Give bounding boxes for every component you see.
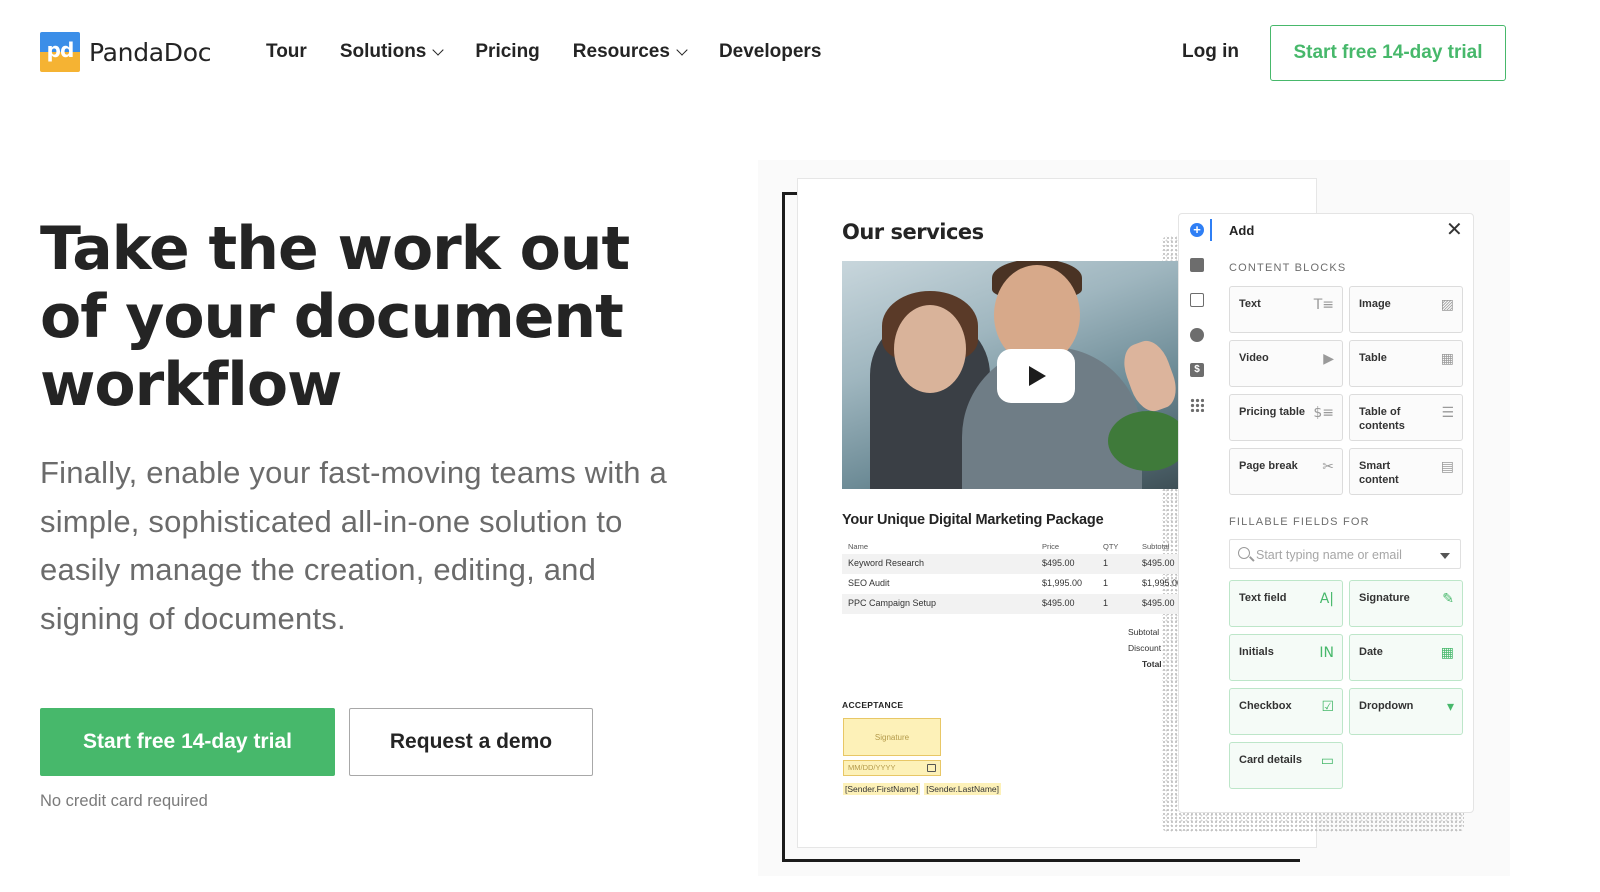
calendar-icon bbox=[927, 764, 936, 772]
nav-pricing[interactable]: Pricing bbox=[475, 41, 539, 63]
apps-grid-icon[interactable] bbox=[1190, 398, 1204, 412]
add-icon[interactable]: + bbox=[1190, 223, 1204, 237]
play-button[interactable] bbox=[997, 349, 1075, 403]
pandadoc-logo-icon: pd bbox=[40, 32, 80, 72]
block-image[interactable]: Image ▨ bbox=[1349, 286, 1463, 333]
sender-fields: [Sender.FirstName] [Sender.LastName] bbox=[843, 783, 1001, 795]
login-link[interactable]: Log in bbox=[1182, 41, 1239, 63]
brand-name: PandaDoc bbox=[89, 37, 212, 67]
fillable-fields-label: FILLABLE FIELDS FOR bbox=[1229, 516, 1370, 528]
checkbox-icon: ☑ bbox=[1321, 699, 1334, 715]
search-icon bbox=[1238, 547, 1250, 559]
start-trial-button[interactable]: Start free 14-day trial bbox=[40, 708, 335, 776]
package-title: Your Unique Digital Marketing Package bbox=[842, 512, 1104, 528]
text-field-icon: A| bbox=[1319, 591, 1334, 607]
pricing-table-icon: $≡ bbox=[1313, 405, 1334, 421]
initials-icon: IN bbox=[1319, 645, 1334, 661]
image-icon: ▨ bbox=[1440, 297, 1454, 313]
block-text[interactable]: Text T≡ bbox=[1229, 286, 1343, 333]
close-icon[interactable]: ✕ bbox=[1446, 219, 1463, 239]
chevron-down-icon bbox=[676, 44, 688, 56]
block-video[interactable]: Video ▶ bbox=[1229, 340, 1343, 387]
document-title: Our services bbox=[842, 220, 984, 244]
smart-content-icon: ▤ bbox=[1440, 459, 1454, 475]
caret-down-icon[interactable] bbox=[1440, 553, 1450, 559]
block-table-of-contents[interactable]: Table of contents ☰ bbox=[1349, 394, 1463, 441]
toc-icon: ☰ bbox=[1441, 405, 1454, 421]
date-field[interactable]: MM/DD/YYYY bbox=[843, 760, 941, 776]
field-dropdown[interactable]: Dropdown ▾ bbox=[1349, 688, 1463, 735]
no-credit-card-note: No credit card required bbox=[40, 792, 208, 810]
text-icon: T≡ bbox=[1313, 297, 1334, 313]
nav-tour[interactable]: Tour bbox=[266, 41, 307, 63]
palette-icon[interactable] bbox=[1190, 328, 1204, 342]
totals-block: Subtotal Discount Total bbox=[1128, 627, 1162, 669]
scissors-icon: ✂ bbox=[1322, 459, 1334, 475]
nav-solutions[interactable]: Solutions bbox=[340, 41, 445, 63]
video-icon: ▶ bbox=[1323, 351, 1334, 367]
block-pricing-table[interactable]: Pricing table $≡ bbox=[1229, 394, 1343, 441]
pen-icon: ✎ bbox=[1442, 591, 1454, 607]
calendar-icon: ▦ bbox=[1440, 645, 1454, 661]
field-text[interactable]: Text field A| bbox=[1229, 580, 1343, 627]
site-header: pd PandaDoc Tour Solutions Pricing Resou… bbox=[0, 0, 1600, 104]
dollar-icon[interactable]: $ bbox=[1190, 363, 1204, 377]
pricing-table: Name Price QTY Subtotal Keyword Research… bbox=[842, 540, 1183, 614]
content-blocks-label: CONTENT BLOCKS bbox=[1229, 262, 1347, 274]
hero-title: Take the work out of your document workf… bbox=[40, 214, 630, 420]
field-card-details[interactable]: Card details ▭ bbox=[1229, 742, 1343, 789]
nav-developers[interactable]: Developers bbox=[719, 41, 821, 63]
signature-field[interactable]: Signature bbox=[843, 718, 941, 756]
hero-subtitle: Finally, enable your fast-moving teams w… bbox=[40, 455, 667, 636]
logo[interactable]: pd PandaDoc bbox=[40, 32, 212, 72]
request-demo-button[interactable]: Request a demo bbox=[349, 708, 593, 776]
recipient-search[interactable] bbox=[1229, 539, 1461, 569]
rail-active-indicator bbox=[1210, 219, 1212, 241]
acceptance-heading: ACCEPTANCE bbox=[842, 700, 904, 710]
chevron-down-icon bbox=[432, 44, 445, 56]
field-initials[interactable]: Initials IN bbox=[1229, 634, 1343, 681]
panel-title: Add bbox=[1229, 223, 1255, 238]
main-nav: Tour Solutions Pricing Resources Develop… bbox=[266, 41, 854, 63]
block-page-break[interactable]: Page break ✂ bbox=[1229, 448, 1343, 495]
blocks-icon[interactable] bbox=[1190, 258, 1204, 272]
video-thumbnail[interactable] bbox=[842, 261, 1178, 489]
recipient-search-input[interactable] bbox=[1256, 546, 1436, 564]
field-signature[interactable]: Signature ✎ bbox=[1349, 580, 1463, 627]
field-checkbox[interactable]: Checkbox ☑ bbox=[1229, 688, 1343, 735]
nav-resources[interactable]: Resources bbox=[573, 41, 688, 63]
table-row: Keyword Research $495.00 1 $495.00 bbox=[842, 554, 1178, 574]
field-date[interactable]: Date ▦ bbox=[1349, 634, 1463, 681]
table-row: PPC Campaign Setup $495.00 1 $495.00 bbox=[842, 594, 1178, 614]
play-icon bbox=[1029, 366, 1046, 386]
table-header: Name Price QTY Subtotal bbox=[848, 542, 1170, 551]
card-icon: ▭ bbox=[1320, 753, 1334, 769]
table-icon: ▦ bbox=[1440, 351, 1454, 367]
dropdown-icon: ▾ bbox=[1446, 699, 1454, 715]
embed-icon[interactable] bbox=[1190, 293, 1204, 307]
block-table[interactable]: Table ▦ bbox=[1349, 340, 1463, 387]
table-row: SEO Audit $1,995.00 1 $1,995.00 bbox=[848, 578, 1183, 588]
header-trial-button[interactable]: Start free 14-day trial bbox=[1270, 25, 1506, 81]
block-smart-content[interactable]: Smart content ▤ bbox=[1349, 448, 1463, 495]
